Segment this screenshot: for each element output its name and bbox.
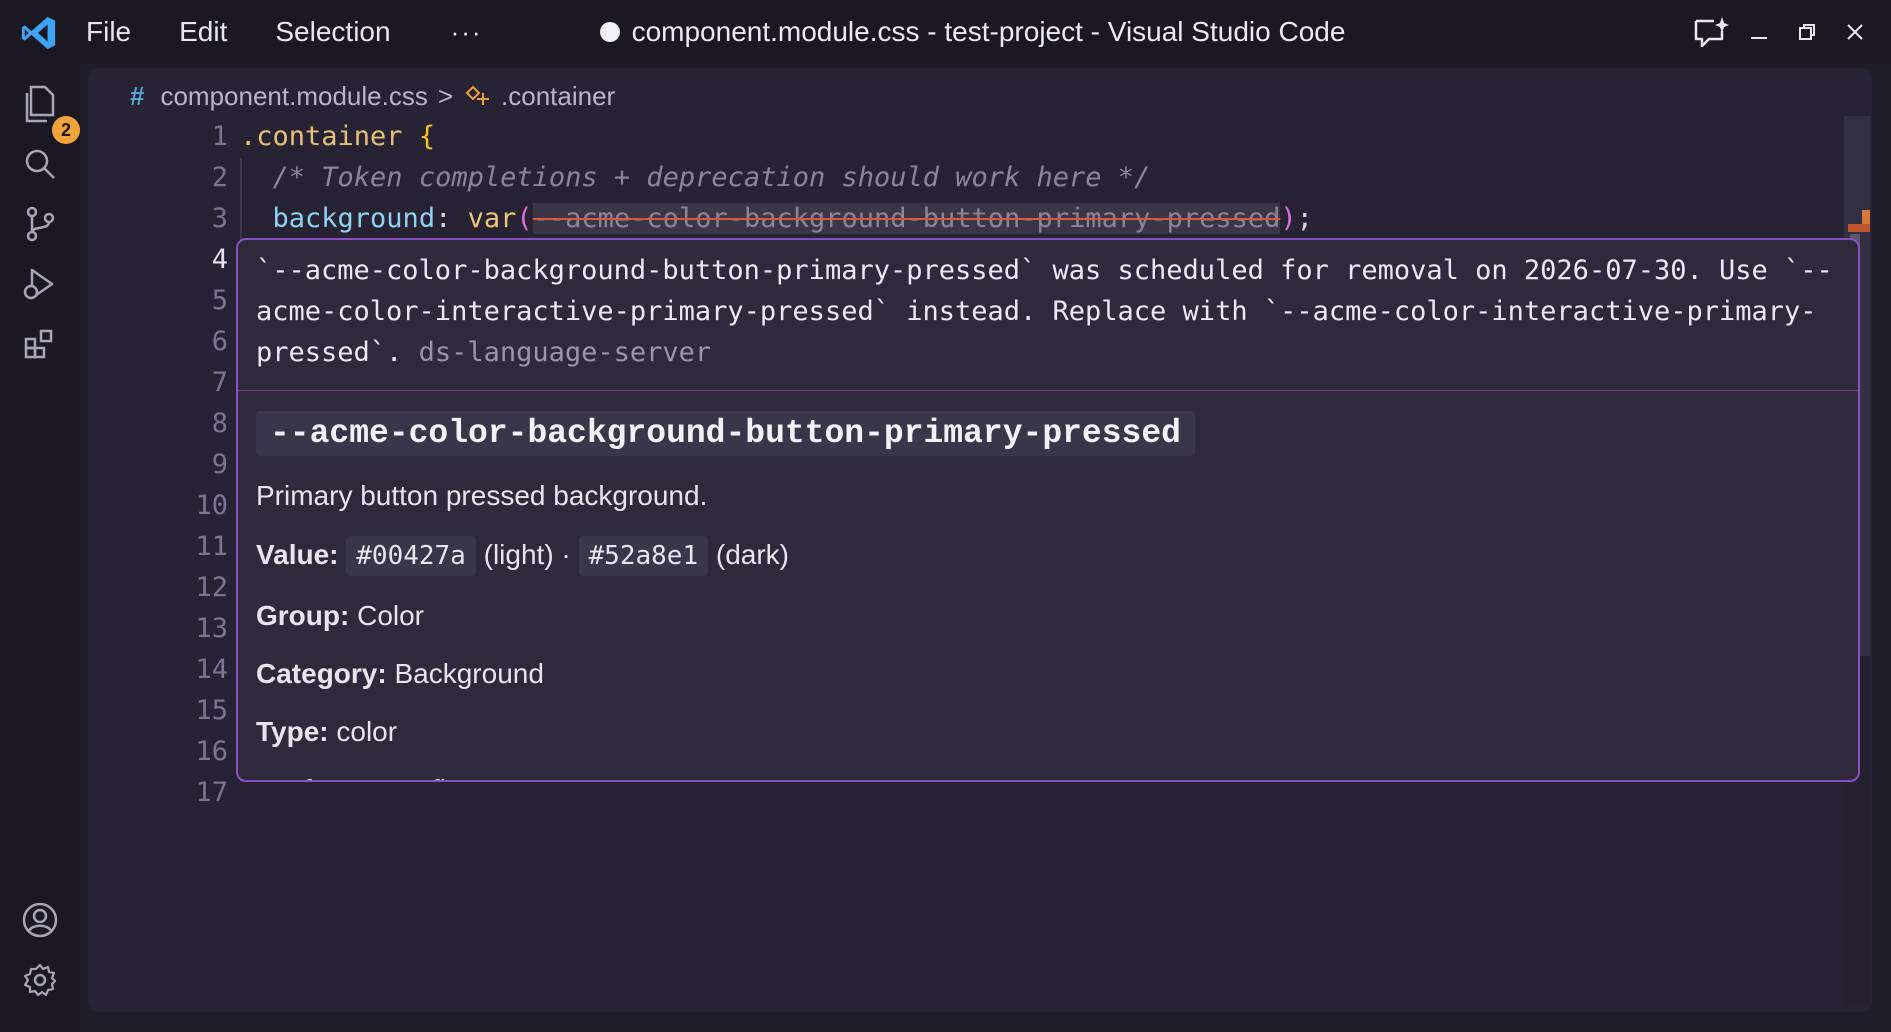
value-light: #00427a (346, 536, 476, 576)
token-docs: --acme-color-background-button-primary-p… (238, 391, 1858, 780)
chevron-right-icon: > (437, 80, 454, 111)
chat-sparkle-icon (1694, 17, 1729, 48)
overview-marker (1848, 224, 1870, 232)
menu-file[interactable]: File (80, 12, 137, 52)
group-value: Color (357, 600, 425, 631)
vscode-logo-icon (21, 16, 56, 50)
token-group-row: Group: Color (256, 598, 1840, 634)
close-window-button[interactable] (1833, 10, 1877, 54)
line-number: 2 (211, 162, 228, 193)
run-debug-icon (23, 268, 54, 300)
type-label: Type: (256, 716, 329, 747)
title-bar: File Edit Selection ··· component.module… (0, 0, 1891, 64)
extensions-button[interactable] (16, 320, 64, 368)
search-button[interactable] (16, 140, 64, 188)
line-number: 16 (195, 736, 228, 767)
close-icon (1847, 24, 1863, 40)
files-icon (25, 85, 55, 123)
source-control-icon (26, 206, 55, 242)
deprecated-token[interactable]: --acme-color-background-button-primary-p… (532, 203, 1281, 234)
breadcrumb-file[interactable]: component.module.css (160, 81, 427, 112)
group-label: Group: (256, 600, 350, 631)
line-number: 1 (211, 121, 228, 152)
breadcrumb-symbol[interactable]: .container (501, 81, 615, 112)
window-controls (1685, 10, 1877, 54)
code-line-1[interactable]: .container { (240, 116, 1313, 157)
dark-text: (dark) (715, 539, 790, 570)
diagnostic-message: `--acme-color-background-button-primary-… (238, 240, 1858, 391)
line-number: 13 (195, 613, 228, 644)
line-number: 14 (195, 654, 228, 685)
token-type-row: Type: color (256, 714, 1840, 750)
restore-button[interactable] (1785, 10, 1829, 54)
token-category-row: Category: Background (256, 656, 1840, 692)
line-number-gutter: 1 2 3 4 5 6 7 8 9 10 11 12 13 14 15 16 1… (128, 116, 228, 813)
token-value-row: Value: #00427a (light) · #52a8e1 (dark) (256, 536, 1840, 576)
category-label: Category: (256, 658, 387, 689)
chat-sparkle-button[interactable] (1689, 10, 1733, 54)
restore-icon (1799, 24, 1815, 40)
line-number: 9 (211, 449, 228, 480)
line-number: 10 (195, 490, 228, 521)
line-number: 8 (211, 408, 228, 439)
minimize-button[interactable] (1737, 10, 1781, 54)
line-number: 17 (195, 777, 228, 808)
account-icon (22, 902, 58, 938)
diagnostic-source: ds-language-server (418, 337, 712, 368)
open-brace: { (418, 121, 436, 152)
code-comment: /* Token completions + deprecation shoul… (272, 162, 1151, 193)
token-name: --acme-color-background-button-primary-p… (256, 411, 1195, 456)
unsaved-dot-icon (599, 22, 620, 42)
value-label: Value: (256, 539, 339, 570)
activity-bar: 2 (0, 64, 80, 1032)
css-selector: .container (240, 121, 403, 152)
minimize-icon (1751, 37, 1767, 39)
run-debug-button[interactable] (16, 260, 64, 308)
line-number: 7 (211, 367, 228, 398)
value-dark: #52a8e1 (578, 536, 709, 576)
var-function: var (467, 203, 517, 234)
menu-edit[interactable]: Edit (173, 12, 233, 52)
code-area[interactable]: .container { /* Token completions + depr… (240, 116, 1313, 239)
window-title: component.module.css - test-project - Vi… (631, 16, 1346, 47)
line-number: 3 (211, 203, 228, 234)
line-number-active: 4 (211, 244, 228, 275)
semicolon: ; (1296, 203, 1313, 234)
category-value: Background (394, 658, 544, 689)
code-line-2[interactable]: /* Token completions + deprecation shoul… (240, 157, 1313, 198)
source-control-button[interactable] (16, 200, 64, 248)
accounts-button[interactable] (16, 896, 64, 944)
breadcrumb: # component.module.css > .container (130, 74, 615, 118)
css-property: background (272, 203, 436, 234)
type-value: color (336, 716, 398, 747)
line-number: 15 (195, 695, 228, 726)
explorer-button[interactable]: 2 (16, 80, 80, 144)
menu-bar: File Edit Selection ··· (80, 0, 525, 64)
selector-symbol-icon (465, 85, 490, 105)
line-number: 5 (211, 285, 228, 316)
line-number: 11 (195, 531, 228, 562)
token-package-row: Package: config (256, 772, 1840, 780)
settings-button[interactable] (16, 956, 64, 1004)
line-number: 6 (211, 326, 228, 357)
hover-tooltip[interactable]: `--acme-color-background-button-primary-… (236, 238, 1860, 782)
colon: : (435, 203, 468, 234)
line-number: 12 (195, 572, 228, 603)
close-paren: ) (1280, 203, 1297, 234)
package-value: config (387, 774, 462, 780)
menu-more[interactable]: ··· (445, 13, 489, 52)
search-icon (25, 149, 55, 179)
open-paren: ( (516, 203, 533, 234)
extensions-icon (24, 329, 53, 359)
code-line-3[interactable]: background: var(--acme-color-background-… (240, 198, 1313, 239)
light-text: (light) · (483, 539, 571, 570)
token-description: Primary button pressed background. (256, 480, 708, 511)
package-label: Package: (256, 774, 379, 780)
css-file-icon: # (130, 80, 145, 111)
menu-selection[interactable]: Selection (269, 12, 396, 52)
gear-icon (23, 963, 57, 997)
